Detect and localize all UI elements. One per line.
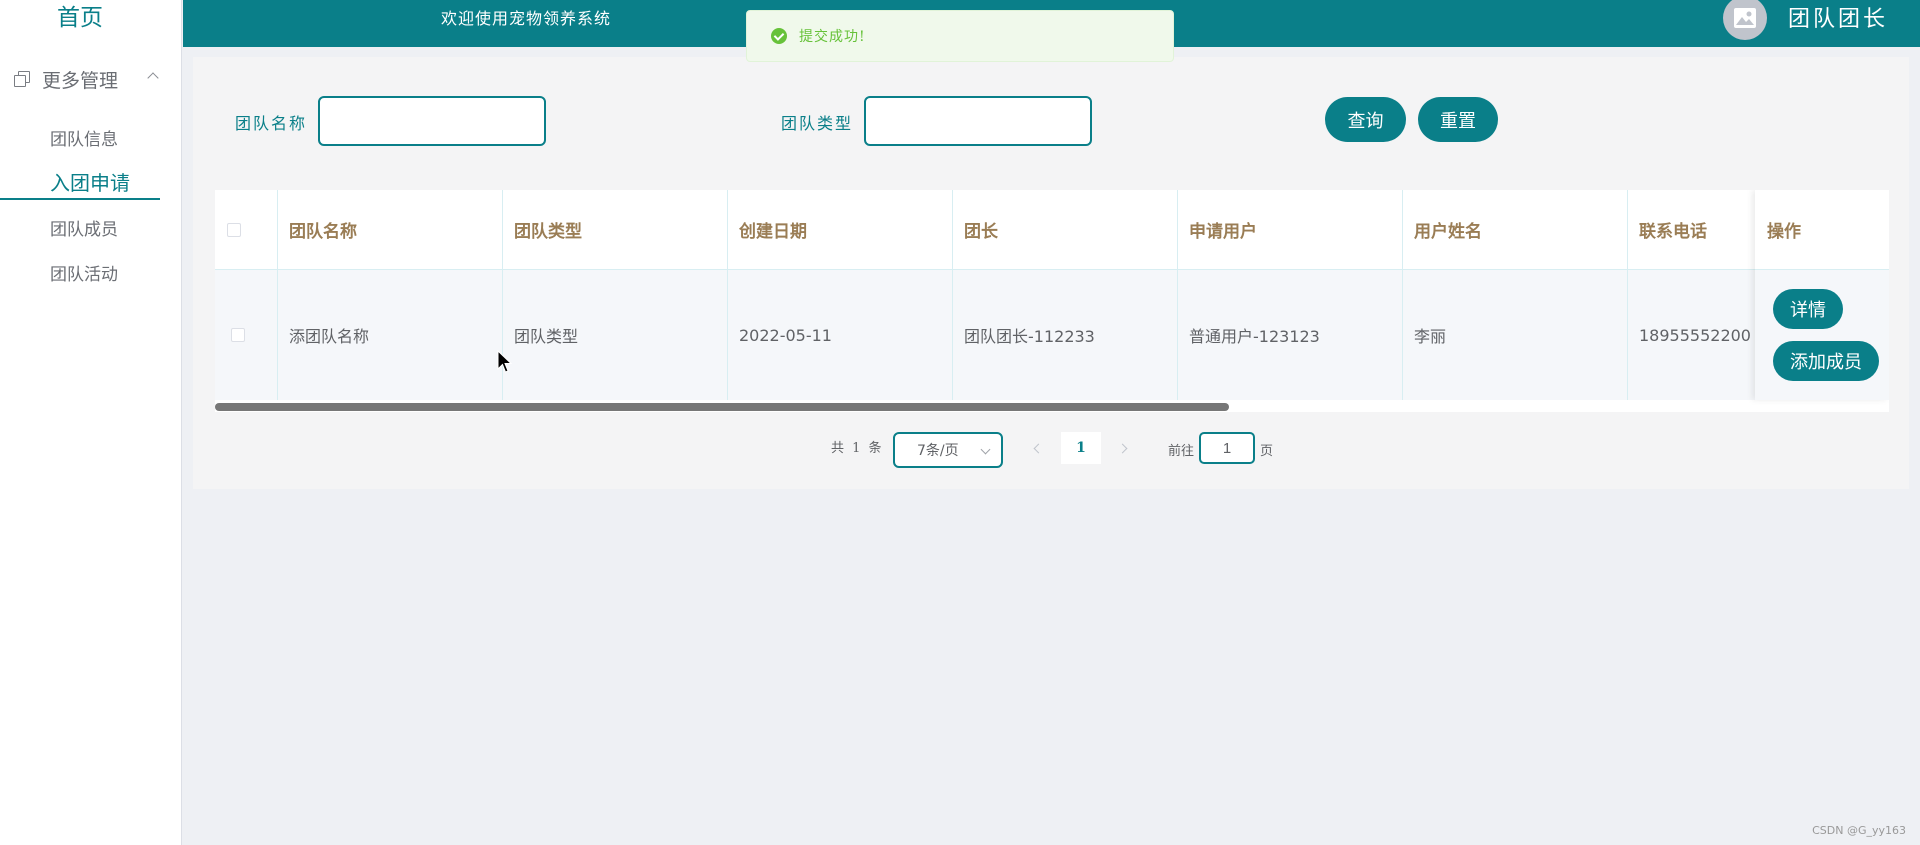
avatar[interactable] — [1723, 0, 1767, 40]
team-name-label: 团队名称 — [235, 114, 308, 133]
sidebar-item-team-activities[interactable]: 团队活动 — [50, 260, 118, 285]
col-header-team-name[interactable]: 团队名称 — [278, 190, 503, 269]
pagination-total: 共 1 条 — [831, 441, 884, 456]
check-circle-icon — [771, 28, 787, 44]
toast-message: 提交成功! — [799, 29, 866, 45]
chevron-left-icon — [1033, 443, 1044, 453]
watermark: CSDN @G_yy163 — [1812, 824, 1906, 837]
chevron-down-icon — [980, 444, 991, 455]
cell-team-type: 团队类型 — [503, 270, 728, 400]
cell-team-name: 添团队名称 — [278, 270, 503, 400]
mouse-cursor-icon — [497, 350, 513, 373]
goto-page-input[interactable] — [1199, 432, 1255, 464]
next-page-button[interactable] — [1109, 432, 1139, 464]
sidebar: 首页 更多管理 团队信息 入团申请 团队成员 团队活动 — [0, 0, 182, 845]
cell-applicant: 普通用户-123123 — [1178, 270, 1403, 400]
row-select-cell — [215, 270, 278, 400]
operations-cell: 详情 添加成员 — [1755, 270, 1889, 400]
success-toast: 提交成功! — [746, 10, 1174, 62]
current-user-name[interactable]: 团队团长 — [1788, 1, 1888, 33]
table-row[interactable]: 添团队名称 团队类型 2022-05-11 团队团长-112233 普通用户-1… — [215, 270, 1889, 400]
goto-prefix: 前往 — [1168, 444, 1195, 459]
cell-leader: 团队团长-112233 — [953, 270, 1178, 400]
col-header-created-date[interactable]: 创建日期 — [728, 190, 953, 269]
sidebar-group-more-management[interactable]: 更多管理 — [14, 66, 164, 92]
page-size-value: 7条/页 — [917, 443, 959, 459]
col-header-leader[interactable]: 团长 — [953, 190, 1178, 269]
col-header-user-name[interactable]: 用户姓名 — [1403, 190, 1628, 269]
chevron-right-icon — [1117, 443, 1128, 453]
cell-phone: 18955552200 — [1639, 325, 1751, 345]
sidebar-group-label: 更多管理 — [42, 69, 119, 92]
page-size-select[interactable]: 7条/页 — [893, 432, 1003, 468]
operations-column: 操作 详情 添加成员 — [1755, 190, 1889, 400]
cell-user-name: 李丽 — [1403, 270, 1628, 400]
sidebar-home-link[interactable]: 首页 — [0, 0, 160, 32]
col-header-applicant[interactable]: 申请用户 — [1178, 190, 1403, 269]
col-header-team-type[interactable]: 团队类型 — [503, 190, 728, 269]
sidebar-item-team-members[interactable]: 团队成员 — [50, 215, 118, 240]
team-name-input[interactable] — [318, 96, 546, 146]
query-button[interactable]: 查询 — [1325, 97, 1406, 142]
sidebar-item-team-info[interactable]: 团队信息 — [50, 125, 118, 150]
applications-table: 团队名称 团队类型 创建日期 团长 申请用户 用户姓名 联系电话 添团队名称 团… — [215, 190, 1889, 412]
cell-created-date: 2022-05-11 — [728, 270, 953, 400]
select-all-cell — [215, 190, 278, 269]
goto-suffix: 页 — [1260, 444, 1274, 459]
app-title: 欢迎使用宠物领养系统 — [441, 9, 612, 28]
team-type-input[interactable] — [864, 96, 1092, 146]
team-type-label: 团队类型 — [781, 114, 854, 133]
chevron-up-icon — [147, 72, 159, 84]
add-member-button[interactable]: 添加成员 — [1773, 341, 1879, 381]
table-header: 团队名称 团队类型 创建日期 团长 申请用户 用户姓名 联系电话 — [215, 190, 1889, 270]
sidebar-item-join-application[interactable]: 入团申请 — [50, 167, 130, 196]
col-header-phone[interactable]: 联系电话 — [1628, 190, 1755, 269]
select-all-checkbox[interactable] — [227, 222, 241, 237]
image-icon — [1734, 8, 1756, 28]
reset-button[interactable]: 重置 — [1418, 97, 1498, 142]
page-number-current[interactable]: 1 — [1061, 432, 1101, 464]
copy-icon — [14, 71, 30, 87]
horizontal-scrollbar[interactable] — [215, 403, 1229, 411]
col-header-operations: 操作 — [1755, 190, 1889, 270]
active-indicator — [0, 198, 160, 200]
detail-button[interactable]: 详情 — [1773, 289, 1843, 329]
prev-page-button[interactable] — [1022, 432, 1052, 464]
row-checkbox[interactable] — [231, 328, 245, 342]
